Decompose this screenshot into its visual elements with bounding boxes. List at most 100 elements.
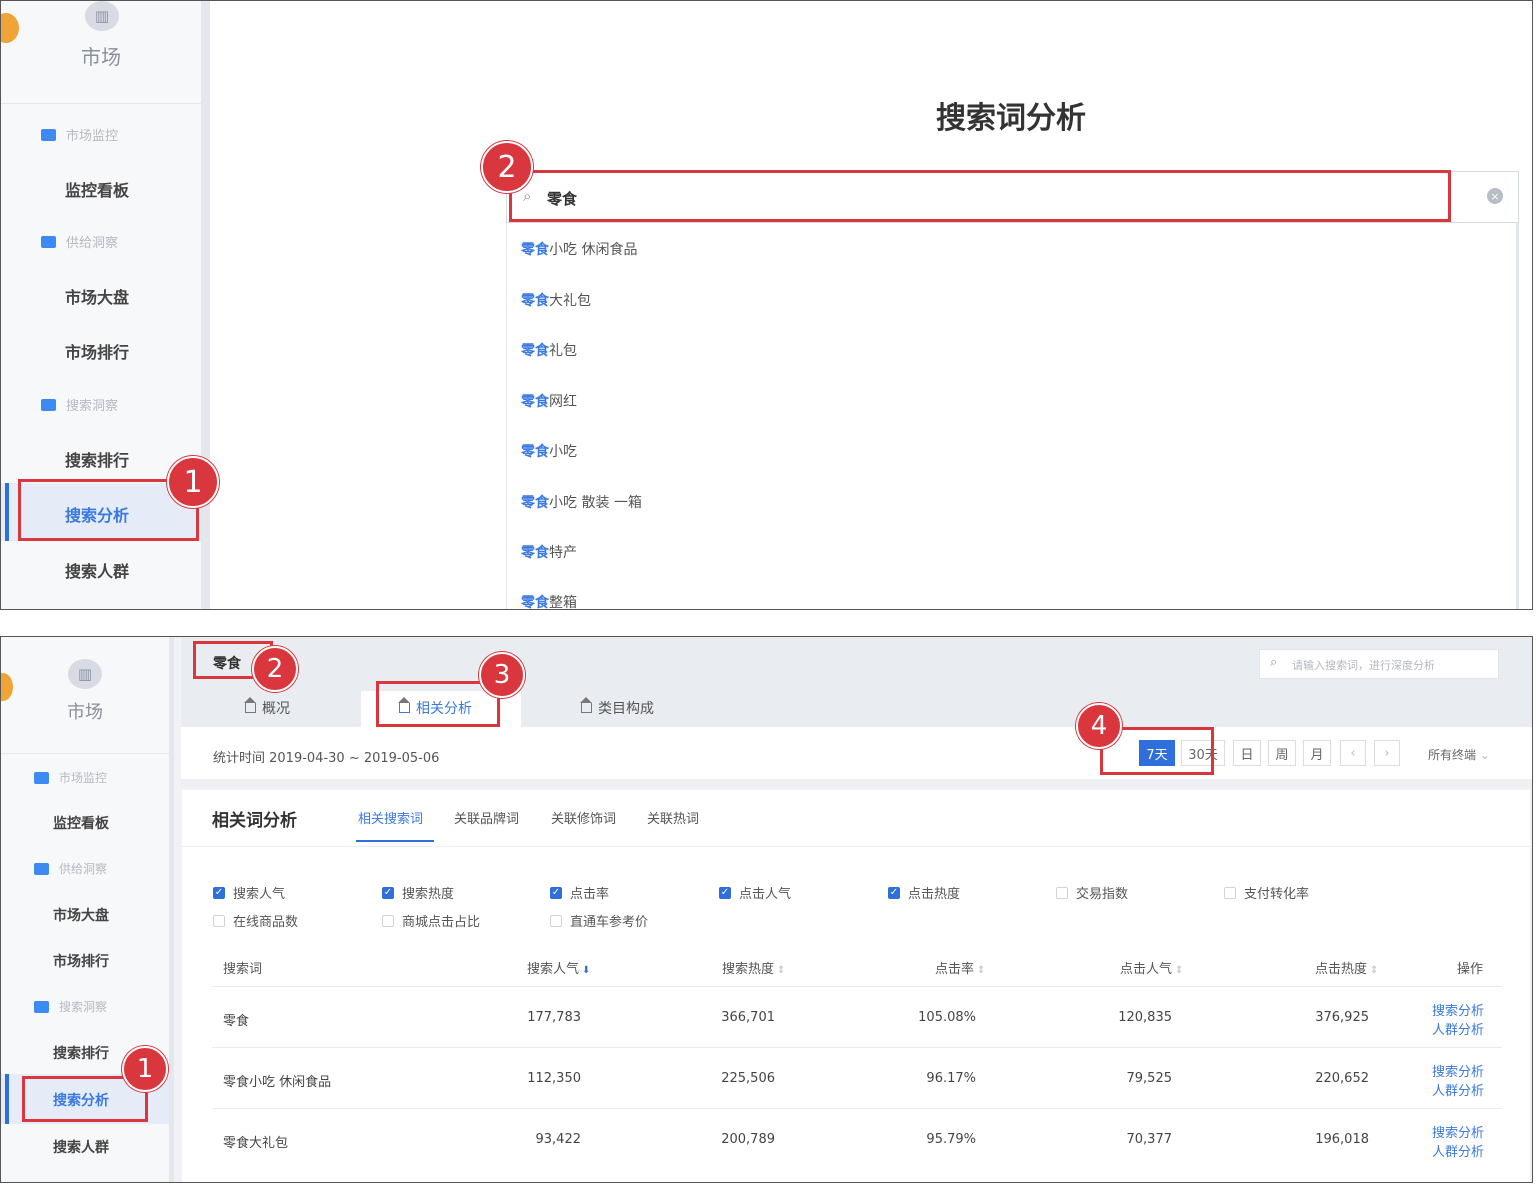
table-cell: 105.08% [918,1010,976,1025]
annotation-badge-4: 4 [1076,703,1122,749]
table-cell: 200,789 [721,1132,775,1147]
sidebar-group-supply[interactable]: 供给洞察 [34,860,107,877]
sidebar-item-monitor-board[interactable]: 监控看板 [53,813,109,833]
table-cell: 366,701 [721,1010,775,1025]
table-cell: 225,506 [721,1071,775,1086]
table-cell-term: 零食 [223,1014,250,1029]
suggestion-item[interactable]: 零食大礼包 [521,290,591,310]
checkbox-pay-conversion[interactable]: 支付转化率 [1224,883,1309,902]
table-cell: 93,422 [535,1132,582,1147]
sidebar-group-market-monitor[interactable]: 市场监控 [41,125,118,144]
annotation-box-2 [509,170,1451,222]
checkbox-click-popularity[interactable]: ✓ 点击人气 [719,883,791,902]
subtab-related-search[interactable]: 相关搜索词 [358,808,423,827]
sidebar-item-market-rank[interactable]: 市场排行 [65,339,129,363]
tab-overview[interactable]: 概况 [244,697,290,718]
sidebar-item-market-rank[interactable]: 市场排行 [53,951,109,971]
sort-icon[interactable]: ⇕ [1175,965,1183,976]
annotation-badge-2: 2 [252,646,298,692]
checkbox-search-popularity[interactable]: ✓ 搜索人气 [213,883,285,902]
time-week-button[interactable]: 周 [1268,740,1296,766]
suggestion-item[interactable]: 零食礼包 [521,340,577,360]
checkbox-trade-index[interactable]: 交易指数 [1056,883,1128,902]
checkbox-online-items[interactable]: 在线商品数 [213,911,298,930]
sidebar-item-market-overview[interactable]: 市场大盘 [65,284,129,308]
sidebar-group-search[interactable]: 搜索洞察 [41,395,118,414]
sidebar-item-market-overview[interactable]: 市场大盘 [53,905,109,925]
table-cell: 220,652 [1315,1071,1369,1086]
checkbox-icon [213,914,225,927]
sidebar-group-market-monitor[interactable]: 市场监控 [34,769,107,786]
sidebar-item-search-rank[interactable]: 搜索排行 [53,1043,109,1063]
search-analysis-link[interactable]: 搜索分析 [1432,1061,1484,1080]
folder-icon [34,771,49,784]
table-cell: 96.17% [926,1071,976,1086]
clear-icon[interactable]: × [1487,188,1503,204]
prev-icon[interactable]: ‹ [1340,740,1366,766]
checkbox-mall-click-ratio[interactable]: 商城点击占比 [382,911,480,930]
subtab-modifier[interactable]: 关联修饰词 [551,808,616,827]
table-cell: 70,377 [1126,1132,1173,1147]
sidebar-item-search-crowd[interactable]: 搜索人群 [53,1137,109,1157]
sidebar-group-supply[interactable]: 供给洞察 [41,232,118,251]
subtab-underline [356,840,434,842]
subtab-brand[interactable]: 关联品牌词 [454,808,519,827]
checkbox-search-heat[interactable]: ✓ 搜索热度 [382,883,454,902]
checkbox-ztc-price[interactable]: 直通车参考价 [550,911,648,930]
checkbox-icon [1224,886,1236,899]
sidebar-item-monitor-board[interactable]: 监控看板 [65,177,129,201]
page-title: 搜索词分析 [936,101,1086,136]
sort-icon[interactable]: ⇕ [1370,965,1378,976]
suggestion-item[interactable]: 零食小吃 散装 一箱 [521,492,642,512]
checkbox-click-rate[interactable]: ✓ 点击率 [550,883,609,902]
col-search-popularity[interactable]: 搜索人气 ⬇ [527,958,590,977]
checkbox-icon: ✓ [550,886,562,899]
annotation-box-3 [376,681,500,727]
suggestion-item[interactable]: 零食小吃 休闲食品 [521,239,637,259]
search-analysis-link[interactable]: 搜索分析 [1432,1000,1484,1019]
sidebar-group-search[interactable]: 搜索洞察 [34,998,107,1015]
subtab-hot[interactable]: 关联热词 [647,808,699,827]
search-analysis-link[interactable]: 搜索分析 [1432,1122,1484,1141]
suggestion-item[interactable]: 零食网红 [521,391,577,411]
tab-category-composition[interactable]: 类目构成 [580,697,654,718]
suggestion-item[interactable]: 零食特产 [521,542,577,562]
crowd-analysis-link[interactable]: 人群分析 [1432,1019,1484,1038]
sort-icon[interactable]: ⇕ [977,965,985,976]
checkbox-click-heat[interactable]: ✓ 点击热度 [888,883,960,902]
table-cell: 95.79% [926,1132,976,1147]
active-indicator [5,483,9,541]
stat-time: 统计时间 2019-04-30 ~ 2019-05-06 [213,751,440,766]
col-search-term: 搜索词 [223,962,263,977]
deep-search-input[interactable]: ⌕ 请输入搜索词，进行深度分析 [1259,649,1499,679]
search-icon: ⌕ [1270,655,1278,670]
col-click-heat[interactable]: 点击热度 ⇕ [1315,958,1378,977]
crowd-analysis-link[interactable]: 人群分析 [1432,1141,1484,1160]
col-click-rate[interactable]: 点击率 ⇕ [935,958,985,977]
crowd-analysis-link[interactable]: 人群分析 [1432,1080,1484,1099]
checkbox-icon [382,914,394,927]
table-cell: 376,925 [1315,1010,1369,1025]
next-icon[interactable]: › [1374,740,1400,766]
checkbox-icon [1056,886,1068,899]
suggestion-item[interactable]: 零食小吃 [521,441,577,461]
terminal-select[interactable]: 所有终端 ⌄ [1428,746,1490,763]
col-click-popularity[interactable]: 点击人气 ⇕ [1120,958,1183,977]
sidebar-item-search-crowd[interactable]: 搜索人群 [65,558,129,582]
sidebar-divider [201,1,210,609]
suggestion-item[interactable]: 零食整箱 [521,592,577,609]
sidebar-item-search-rank[interactable]: 搜索排行 [65,447,129,471]
annotation-badge-3: 3 [479,652,525,698]
sort-down-icon[interactable]: ⬇ [582,965,590,976]
chevron-down-icon: ⌄ [1479,748,1490,762]
checkbox-icon: ✓ [382,886,394,899]
time-day-button[interactable]: 日 [1233,740,1261,766]
annotation-badge-2: 2 [481,141,533,193]
col-search-heat[interactable]: 搜索热度 ⇕ [722,958,785,977]
suggestion-dropdown [506,223,1519,609]
time-month-button[interactable]: 月 [1303,740,1331,766]
checkbox-icon: ✓ [719,886,731,899]
annotation-badge-1: 1 [167,456,219,508]
market-label: 市场 [67,702,103,723]
sort-icon[interactable]: ⇕ [777,965,785,976]
